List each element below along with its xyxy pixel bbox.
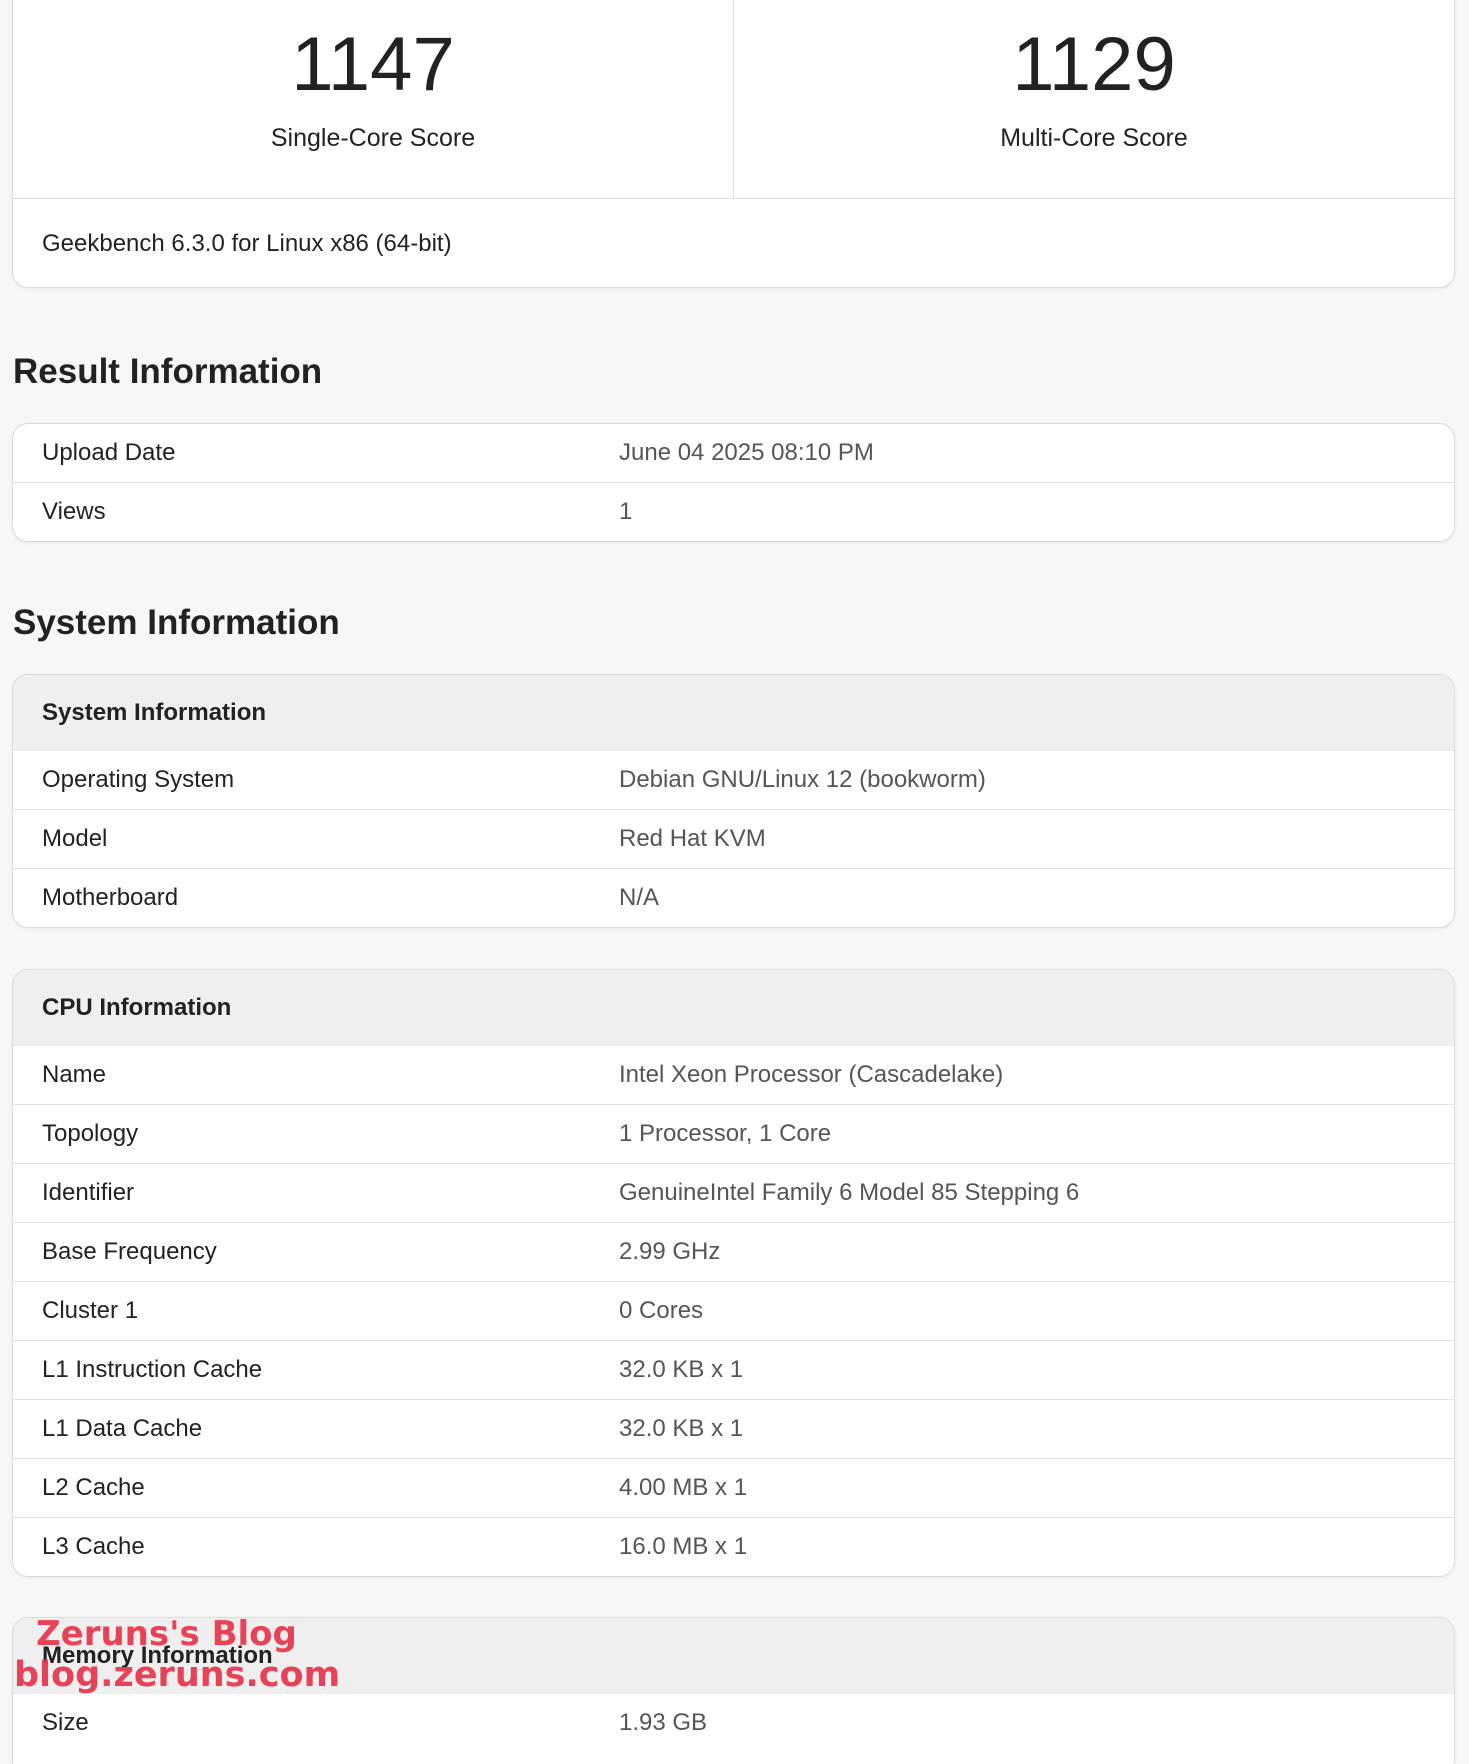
row-key: L2 Cache xyxy=(42,1474,145,1501)
table-row: L1 Data Cache 32.0 KB x 1 xyxy=(13,1399,1454,1458)
multi-core-score-label: Multi-Core Score xyxy=(1000,124,1188,152)
row-value: N/A xyxy=(619,884,660,911)
row-key: L1 Data Cache xyxy=(42,1415,203,1442)
row-key: Cluster 1 xyxy=(42,1297,139,1324)
row-value: 32.0 KB x 1 xyxy=(619,1356,744,1383)
table-row: Topology 1 Processor, 1 Core xyxy=(13,1104,1454,1163)
row-key: Motherboard xyxy=(42,884,179,911)
multi-core-score-value: 1129 xyxy=(1012,22,1176,107)
table-row: Size 1.93 GB xyxy=(13,1694,1454,1752)
benchmark-version: Geekbench 6.3.0 for Linux x86 (64-bit) xyxy=(42,230,452,257)
memory-information-table: Memory Information Size 1.93 GB xyxy=(12,1617,1455,1764)
row-key: L1 Instruction Cache xyxy=(42,1356,263,1383)
row-value: 32.0 KB x 1 xyxy=(619,1415,744,1442)
table-row: Cluster 1 0 Cores xyxy=(13,1281,1454,1340)
table-row: Identifier GenuineIntel Family 6 Model 8… xyxy=(13,1163,1454,1222)
row-value: 4.00 MB x 1 xyxy=(619,1474,748,1501)
row-key: Operating System xyxy=(42,766,235,793)
row-key: Views xyxy=(42,498,106,525)
table-row: Upload Date June 04 2025 08:10 PM xyxy=(13,424,1454,482)
row-key: Identifier xyxy=(42,1179,135,1206)
row-value: 1 xyxy=(619,498,633,525)
result-information-title: Result Information xyxy=(13,352,323,391)
row-value: June 04 2025 08:10 PM xyxy=(619,439,874,466)
system-information-table: System Information Operating System Debi… xyxy=(12,674,1455,928)
multi-core-score: 1129 Multi-Core Score xyxy=(733,0,1454,198)
row-key: Upload Date xyxy=(42,439,176,466)
row-key: L3 Cache xyxy=(42,1533,145,1560)
row-value: 0 Cores xyxy=(619,1297,704,1324)
page: 1147 Single-Core Score 1129 Multi-Core S… xyxy=(0,0,1469,1764)
table-row: L2 Cache 4.00 MB x 1 xyxy=(13,1458,1454,1517)
row-value: Intel Xeon Processor (Cascadelake) xyxy=(619,1061,1004,1088)
row-value: 1 Processor, 1 Core xyxy=(619,1120,832,1147)
row-value: 1.93 GB xyxy=(619,1709,708,1736)
row-key: Base Frequency xyxy=(42,1238,217,1265)
table-row: L1 Instruction Cache 32.0 KB x 1 xyxy=(13,1340,1454,1399)
cpu-information-table: CPU Information Name Intel Xeon Processo… xyxy=(12,969,1455,1577)
single-core-score-value: 1147 xyxy=(291,22,455,107)
row-value: Debian GNU/Linux 12 (bookworm) xyxy=(619,766,986,793)
table-row: Operating System Debian GNU/Linux 12 (bo… xyxy=(13,751,1454,809)
table-header: CPU Information xyxy=(13,970,1454,1046)
row-key: Model xyxy=(42,825,108,852)
table-row: Model Red Hat KVM xyxy=(13,809,1454,868)
row-value: GenuineIntel Family 6 Model 85 Stepping … xyxy=(619,1179,1080,1206)
table-header: Memory Information xyxy=(13,1618,1454,1694)
row-key: Name xyxy=(42,1061,107,1088)
table-row: Base Frequency 2.99 GHz xyxy=(13,1222,1454,1281)
table-row: Views 1 xyxy=(13,482,1454,541)
system-information-title: System Information xyxy=(13,603,340,642)
score-card: 1147 Single-Core Score 1129 Multi-Core S… xyxy=(12,0,1455,288)
table-row: Motherboard N/A xyxy=(13,868,1454,927)
row-key: Size xyxy=(42,1709,89,1736)
table-row: L3 Cache 16.0 MB x 1 xyxy=(13,1517,1454,1576)
row-value: Red Hat KVM xyxy=(619,825,766,852)
result-information-table: Upload Date June 04 2025 08:10 PM Views … xyxy=(12,423,1455,542)
table-header: System Information xyxy=(13,675,1454,751)
single-core-score: 1147 Single-Core Score xyxy=(13,0,733,198)
row-key: Topology xyxy=(42,1120,139,1147)
score-columns: 1147 Single-Core Score 1129 Multi-Core S… xyxy=(13,0,1454,199)
table-row: Name Intel Xeon Processor (Cascadelake) xyxy=(13,1046,1454,1104)
single-core-score-label: Single-Core Score xyxy=(270,124,476,152)
row-value: 2.99 GHz xyxy=(619,1238,721,1265)
row-value: 16.0 MB x 1 xyxy=(619,1533,748,1560)
